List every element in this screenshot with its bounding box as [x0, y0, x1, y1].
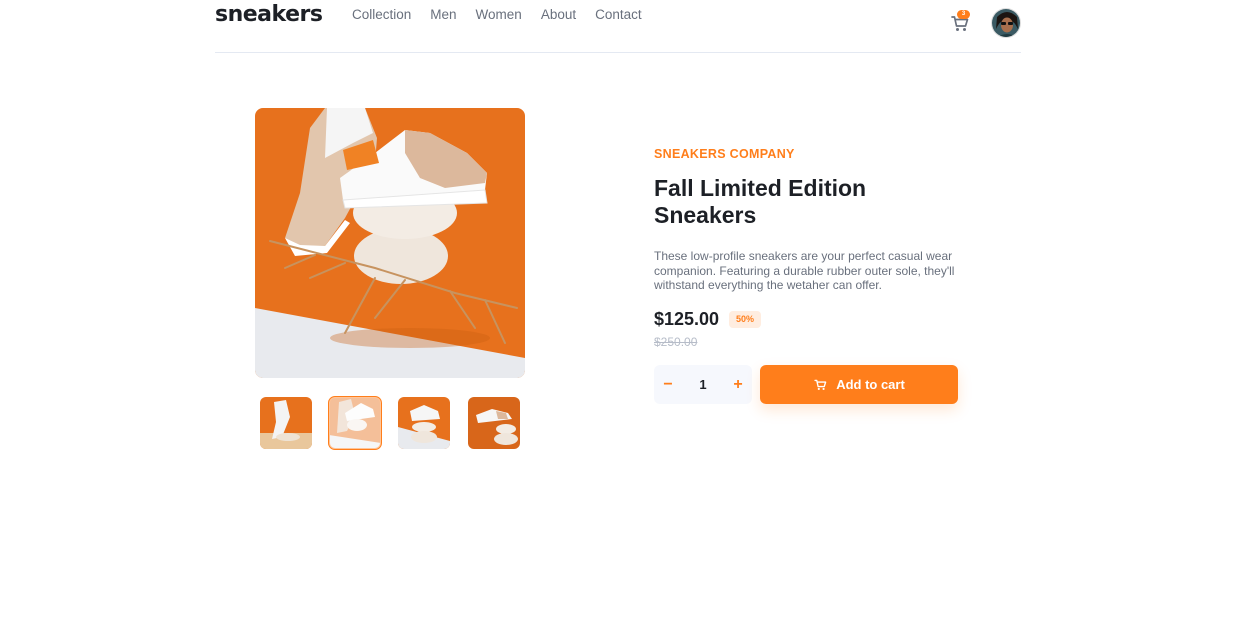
increase-quantity-button[interactable]: +: [724, 365, 752, 404]
add-to-cart-label: Add to cart: [836, 377, 905, 392]
quantity-input[interactable]: [682, 365, 724, 404]
site-header: sneakers Collection Men Women About Cont…: [215, 0, 1021, 53]
current-price: $125.00: [654, 309, 720, 329]
avatar-image: [992, 9, 1020, 37]
add-to-cart-button[interactable]: Add to cart: [760, 365, 958, 404]
logo[interactable]: sneakers: [215, 2, 323, 27]
nav-link-men[interactable]: Men: [430, 7, 456, 22]
original-price: $250.00: [654, 335, 698, 349]
main-nav: Collection Men Women About Contact: [352, 7, 642, 22]
avatar[interactable]: [991, 8, 1021, 38]
thumbnail-4-image: [468, 397, 520, 449]
product-title: Fall Limited Edition Sneakers: [654, 175, 867, 228]
cart-count-badge: 3: [957, 10, 970, 19]
product-description: These low-profile sneakers are your perf…: [654, 249, 955, 292]
nav-link-women[interactable]: Women: [476, 7, 522, 22]
nav-link-collection[interactable]: Collection: [352, 7, 411, 22]
company-name: SNEAKERS COMPANY: [654, 147, 795, 161]
quantity-stepper: − +: [654, 365, 752, 404]
thumbnail-strip: [260, 396, 520, 450]
nav-link-about[interactable]: About: [541, 7, 576, 22]
nav-link-contact[interactable]: Contact: [595, 7, 642, 22]
thumbnail-4[interactable]: [468, 397, 520, 449]
thumbnail-1-image: [260, 397, 312, 449]
sneaker-photo: [255, 108, 525, 378]
cart-button[interactable]: 3: [949, 10, 971, 34]
thumbnail-3[interactable]: [398, 397, 450, 449]
product-main-image[interactable]: [255, 108, 525, 378]
thumbnail-3-image: [398, 397, 450, 449]
discount-badge: 50%: [729, 311, 761, 328]
thumbnail-2[interactable]: [328, 396, 382, 450]
decrease-quantity-button[interactable]: −: [654, 365, 682, 404]
thumbnail-1[interactable]: [260, 397, 312, 449]
cart-icon: [814, 379, 827, 391]
